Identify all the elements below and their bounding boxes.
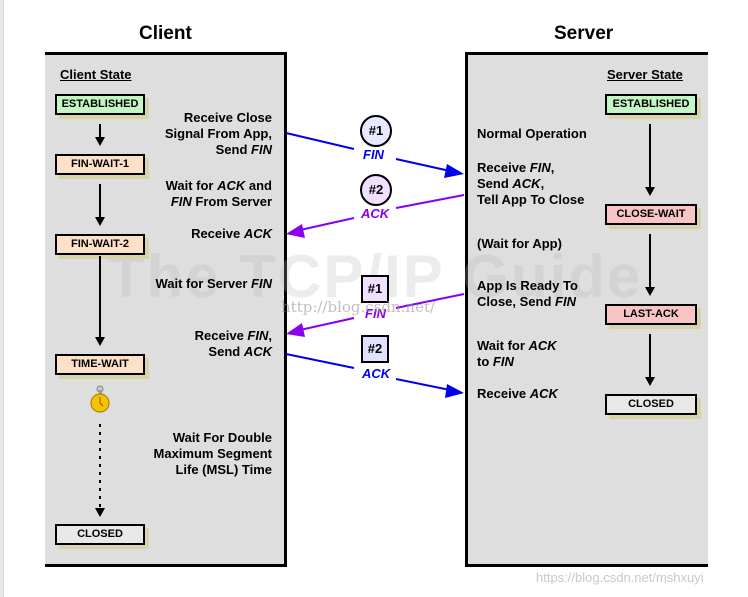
arrow-head (95, 137, 105, 146)
client-transition-arrows (95, 124, 105, 517)
fin-arrow-3-part-b (299, 317, 355, 331)
fin-arrow-1-part-a (285, 132, 355, 150)
arrow-head (645, 287, 655, 296)
segment-label-fin: FIN (363, 147, 384, 162)
segment-label-ack: ACK (361, 206, 390, 221)
segment-marker-2-ack: #2 (360, 174, 392, 206)
arrow-head (645, 187, 655, 196)
watermark-url: http://blog.csdn.net/ (281, 298, 436, 316)
ack-arrow-4-part-b (395, 378, 451, 391)
arrow-head (95, 508, 105, 517)
ack-arrow-2-part-b (299, 217, 355, 231)
arrow-head (445, 384, 464, 398)
arrow-head (286, 224, 305, 238)
arrow-head (444, 164, 464, 178)
fin-arrow-1-part-b (395, 158, 451, 172)
arrow-head (95, 217, 105, 226)
arrow-head (95, 337, 105, 346)
segment-marker-1-fin: #1 (360, 115, 392, 147)
segment-marker-2-ack-client: #2 (361, 335, 389, 363)
segment-label-ack-client: ACK (362, 366, 391, 381)
ack-arrow-2-part-a (395, 194, 465, 209)
arrow-head (286, 323, 305, 337)
arrow-head (645, 377, 655, 386)
ack-arrow-4-part-a (285, 353, 355, 369)
server-transition-arrows (645, 124, 655, 386)
footer-watermark: https://blog.csdn.net/mshxuyi (536, 570, 704, 585)
stopwatch-icon (89, 384, 113, 414)
